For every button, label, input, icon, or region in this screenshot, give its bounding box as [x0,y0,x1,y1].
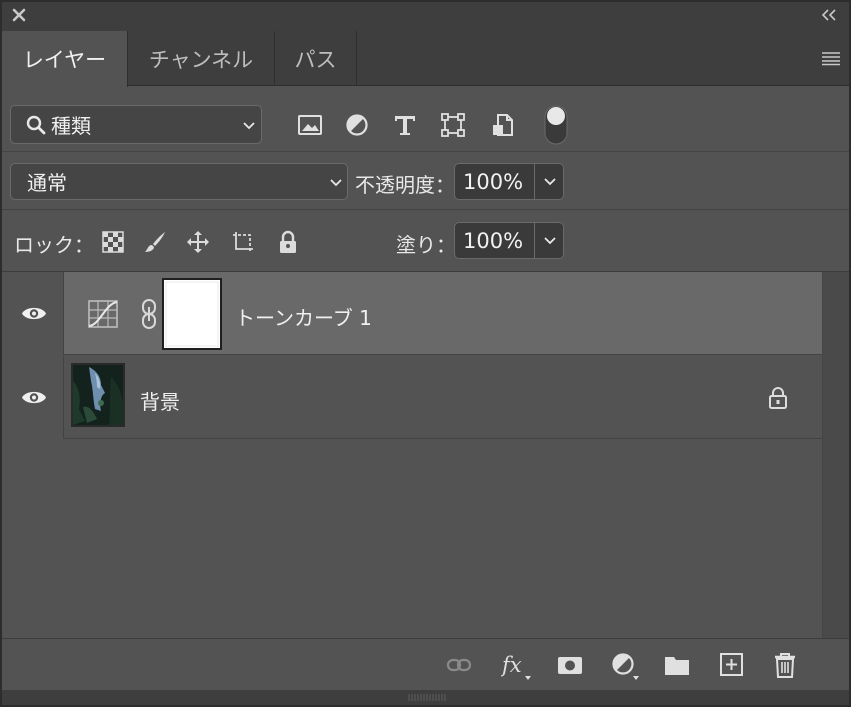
filter-toggle-switch[interactable] [544,105,568,145]
panel-title-bar [2,2,849,31]
layer-row-tone-curve[interactable]: トーンカーブ 1 [2,272,822,355]
new-adjustment-layer-icon[interactable] [611,652,645,682]
smart-object-filter-icon[interactable] [489,112,517,138]
blend-row: 通常 不透明度： 100% [2,152,849,210]
blend-mode-select[interactable]: 通常 [10,163,348,200]
layer-name[interactable]: トーンカーブ 1 [235,302,372,331]
opacity-value[interactable]: 100% [455,164,535,199]
fx-icon[interactable]: fx [501,652,535,682]
tab-label: パス [294,47,337,72]
layer-list: トーンカーブ 1 背景 [2,272,849,638]
opacity-field[interactable]: 100% [454,163,564,200]
layers-panel: レイヤー チャンネル パス 種類 通常 不透明度： 100% ロック： 塗り： … [0,0,851,707]
chevron-down-icon [544,178,556,186]
lock-all-icon[interactable] [276,230,300,254]
tab-layers[interactable]: レイヤー [2,31,128,87]
visibility-toggle[interactable] [2,272,64,355]
layer-row-background[interactable]: 背景 [2,356,822,439]
chevron-down-icon [243,122,255,130]
resize-grip-icon[interactable] [407,694,447,701]
type-layer-filter-icon[interactable] [391,112,419,138]
layer-mask-thumbnail[interactable] [162,278,222,350]
new-layer-icon[interactable] [719,652,745,678]
layer-locked-icon[interactable] [767,386,789,410]
filter-kind-select[interactable]: 種類 [10,105,262,144]
chevron-down-icon [544,237,556,245]
panel-menu-icon[interactable] [821,50,841,66]
layer-name[interactable]: 背景 [140,386,180,415]
lock-label: ロック： [14,233,94,257]
layer-image-thumbnail[interactable] [71,363,125,427]
lock-artboard-icon[interactable] [231,230,255,254]
pixel-layer-filter-icon[interactable] [296,112,324,138]
layer-list-scrollbar[interactable] [822,272,849,638]
shape-layer-filter-icon[interactable] [439,112,467,138]
new-group-icon[interactable] [664,652,690,678]
close-icon[interactable] [11,7,27,23]
add-mask-icon[interactable] [557,652,583,678]
eye-icon[interactable] [21,305,47,322]
fill-value[interactable]: 100% [455,223,535,258]
tab-label: チャンネル [148,47,254,72]
link-layers-icon[interactable] [446,652,472,678]
tab-label: レイヤー [22,48,107,72]
blend-mode-value: 通常 [27,171,67,195]
mask-link-icon[interactable] [139,298,159,330]
filter-row: 種類 [2,86,849,152]
opacity-dropdown-button[interactable] [535,164,563,199]
fill-dropdown-button[interactable] [535,223,563,258]
collapse-panel-icon[interactable] [821,8,837,22]
eye-icon[interactable] [21,389,47,406]
panel-resize-bar[interactable] [2,690,849,705]
visibility-toggle[interactable] [2,356,64,439]
fill-field[interactable]: 100% [454,222,564,259]
tab-channels[interactable]: チャンネル [128,31,275,86]
tab-paths[interactable]: パス [275,31,357,86]
lock-image-pixels-icon[interactable] [143,230,167,254]
delete-layer-icon[interactable] [772,652,798,678]
lock-row: ロック： 塗り： 100% [2,210,849,272]
lock-transparent-pixels-icon[interactable] [101,230,125,254]
search-icon [26,115,46,134]
svg-text:fx: fx [501,653,522,677]
opacity-label: 不透明度： [355,173,455,197]
chevron-down-icon [330,179,342,187]
curves-adjustment-icon[interactable] [86,299,120,329]
panel-footer: fx [2,638,849,690]
lock-position-icon[interactable] [186,230,210,254]
filter-kind-label: 種類 [51,114,91,138]
fill-label: 塗り： [396,233,456,257]
adjustment-layer-filter-icon[interactable] [343,112,371,138]
panel-tab-bar: レイヤー チャンネル パス [2,31,849,87]
